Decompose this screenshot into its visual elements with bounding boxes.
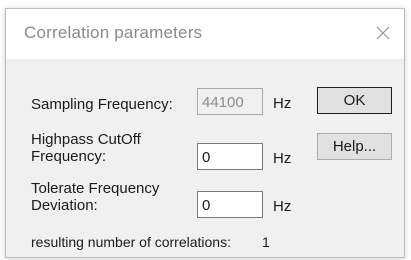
- correlation-parameters-dialog: Correlation parameters Sampling Frequenc…: [5, 8, 405, 258]
- help-button[interactable]: Help...: [317, 133, 392, 160]
- highpass-cutoff-label-line2: Frequency:: [31, 148, 107, 165]
- result-value: 1: [262, 234, 270, 250]
- highpass-cutoff-unit: Hz: [273, 150, 292, 167]
- sampling-frequency-label: Sampling Frequency:: [31, 96, 173, 113]
- close-icon: [376, 26, 390, 40]
- tolerate-deviation-unit: Hz: [273, 198, 292, 215]
- highpass-cutoff-field[interactable]: [197, 143, 263, 170]
- ok-button[interactable]: OK: [317, 87, 392, 114]
- tolerate-deviation-field[interactable]: [197, 191, 263, 218]
- sampling-frequency-unit: Hz: [273, 95, 292, 112]
- tolerate-deviation-label-line2: Deviation:: [31, 197, 98, 214]
- result-label: resulting number of correlations:: [31, 234, 231, 250]
- sampling-frequency-field: [197, 88, 263, 115]
- tolerate-deviation-label-line1: Tolerate Frequency: [31, 180, 160, 197]
- close-button[interactable]: [372, 21, 394, 45]
- highpass-cutoff-label-line1: Highpass CutOff: [31, 131, 141, 148]
- dialog-title: Correlation parameters: [24, 23, 203, 42]
- title-bar: Correlation parameters: [6, 9, 404, 59]
